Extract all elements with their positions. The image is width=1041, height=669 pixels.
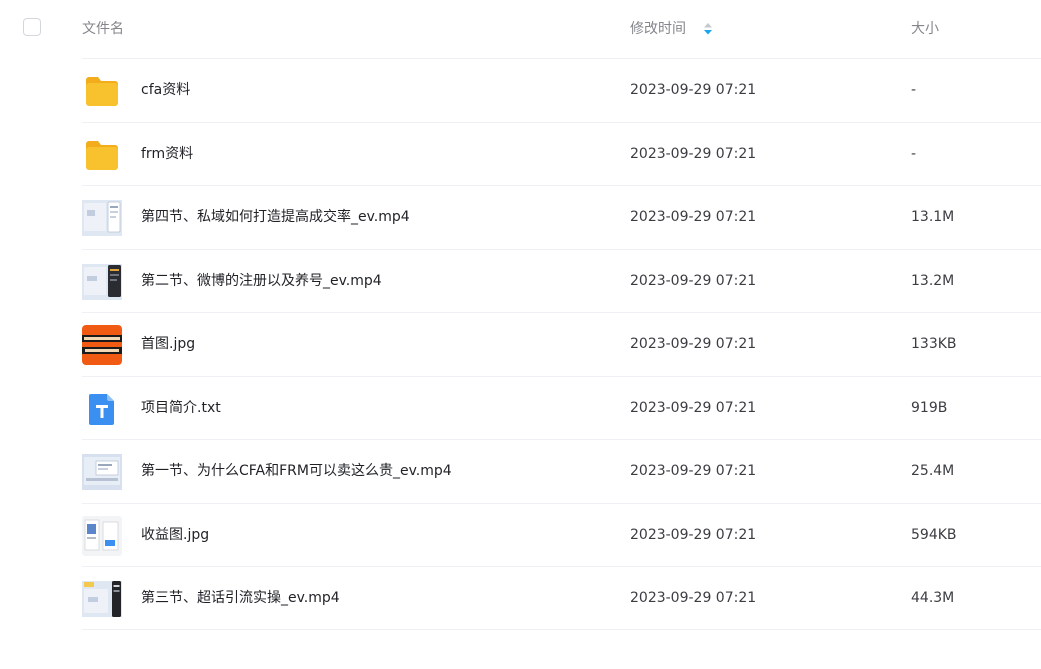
sort-icon[interactable] [702,21,714,37]
file-name[interactable]: 第二节、微博的注册以及养号_ev.mp4 [141,271,382,291]
file-size: 13.1M [911,209,955,225]
file-name[interactable]: 第三节、超话引流实操_ev.mp4 [141,588,340,608]
file-row[interactable]: 第四节、私域如何打造提高成交率_ev.mp4 2023-09-29 07:21 … [82,185,1041,249]
file-modified-time: 2023-09-29 07:21 [630,399,757,416]
file-name[interactable]: frm资料 [141,144,193,164]
file-modified-time: 2023-09-29 07:21 [630,463,757,479]
file-size: 594KB [911,526,957,543]
file-list: cfa资料 2023-09-29 07:21 - frm资料 2023-09-2… [82,58,1041,630]
file-size: 919B [911,399,948,416]
file-modified-time: 2023-09-29 07:21 [630,336,757,352]
video-thumbnail-icon [82,454,122,490]
video-thumbnail-icon [82,263,122,300]
file-modified-time: 2023-09-29 07:21 [630,145,757,162]
file-size: 44.3M [911,590,955,606]
file-row[interactable]: frm资料 2023-09-29 07:21 - [82,121,1041,186]
txt-file-icon [89,393,114,425]
file-modified-time: 2023-09-29 07:21 [630,590,757,606]
file-size: - [911,82,917,98]
file-modified-time: 2023-09-29 07:21 [630,526,757,543]
image-thumbnail-icon [82,325,122,365]
file-row[interactable]: 第二节、微博的注册以及养号_ev.mp4 2023-09-29 07:21 13… [82,248,1041,313]
file-list-header: 文件名 修改时间 大小 [0,0,1041,58]
column-header-size[interactable]: 大小 [911,19,939,39]
file-row[interactable]: 项目简介.txt 2023-09-29 07:21 919B [82,375,1041,440]
image-thumbnail-icon [82,515,122,556]
column-header-modified-time[interactable]: 修改时间 [630,19,686,39]
file-modified-time: 2023-09-29 07:21 [630,209,757,225]
file-row[interactable]: 首图.jpg 2023-09-29 07:21 133KB [82,312,1041,376]
file-name[interactable]: 第一节、为什么CFA和FRM可以卖这么贵_ev.mp4 [141,461,452,481]
file-row[interactable]: 收益图.jpg 2023-09-29 07:21 594KB [82,502,1041,567]
file-size: 133KB [911,336,957,352]
file-name[interactable]: 项目简介.txt [141,398,221,418]
file-size: 13.2M [911,272,955,289]
file-row[interactable]: 第一节、为什么CFA和FRM可以卖这么贵_ev.mp4 2023-09-29 0… [82,439,1041,503]
column-header-name[interactable]: 文件名 [82,19,124,39]
folder-icon [86,77,118,106]
file-name[interactable]: 首图.jpg [141,334,195,354]
file-modified-time: 2023-09-29 07:21 [630,82,757,98]
folder-icon [86,140,118,170]
video-thumbnail-icon [82,200,122,236]
file-name[interactable]: 收益图.jpg [141,525,209,545]
video-thumbnail-icon [82,581,122,617]
file-name[interactable]: 第四节、私域如何打造提高成交率_ev.mp4 [141,207,410,227]
file-row[interactable]: 第三节、超话引流实操_ev.mp4 2023-09-29 07:21 44.3M [82,566,1041,630]
file-name[interactable]: cfa资料 [141,80,190,100]
file-modified-time: 2023-09-29 07:21 [630,272,757,289]
file-row[interactable]: cfa资料 2023-09-29 07:21 - [82,58,1041,122]
file-size: 25.4M [911,463,955,479]
file-size: - [911,145,917,162]
